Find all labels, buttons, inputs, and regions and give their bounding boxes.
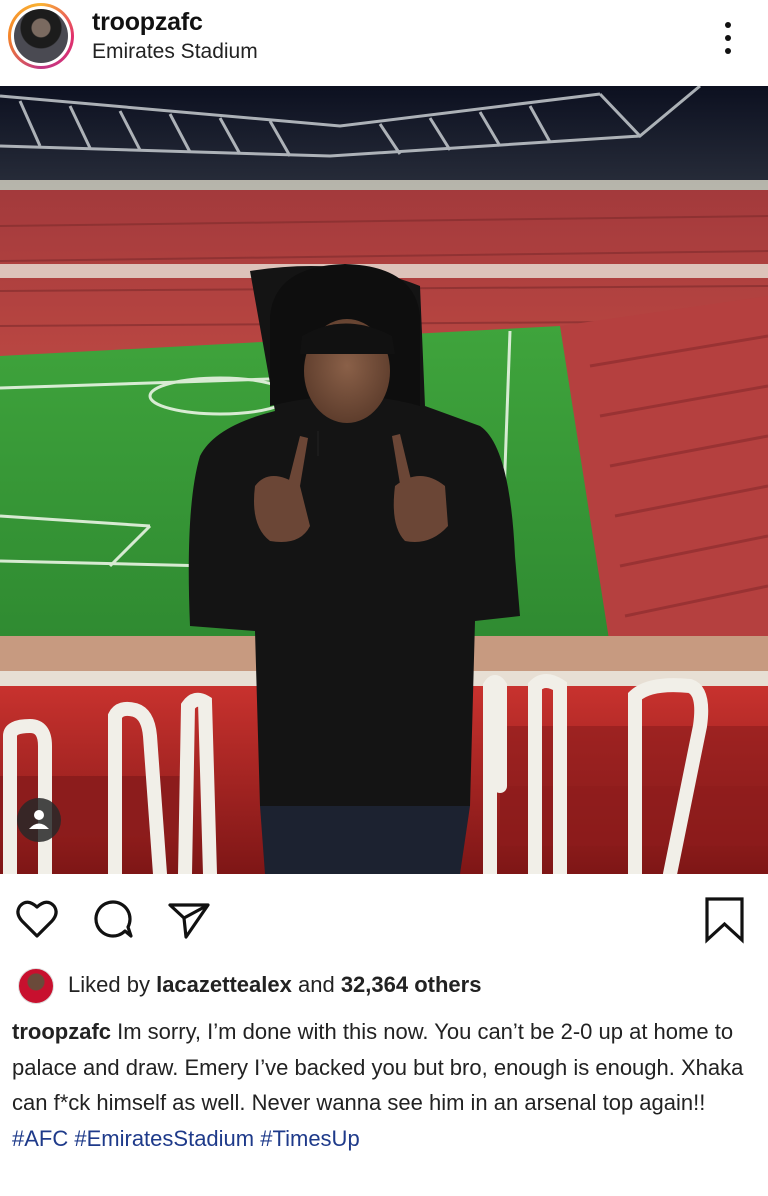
more-options-icon[interactable] — [716, 18, 740, 58]
action-bar — [0, 880, 768, 956]
comment-icon[interactable] — [88, 894, 138, 944]
post-header: troopzafc Emirates Stadium — [0, 0, 768, 86]
hashtag-afc[interactable]: #AFC — [12, 1126, 68, 1151]
post-location[interactable]: Emirates Stadium — [92, 40, 258, 64]
liker-username[interactable]: lacazettealex — [156, 972, 292, 997]
heart-icon[interactable] — [12, 894, 62, 944]
avatar-image — [14, 9, 68, 63]
post-caption: troopzafc Im sorry, I’m done with this n… — [12, 1014, 752, 1156]
post-photo[interactable] — [0, 86, 768, 874]
bookmark-icon[interactable] — [700, 894, 750, 944]
likes-count[interactable]: 32,364 others — [341, 972, 482, 997]
caption-username[interactable]: troopzafc — [12, 1019, 111, 1044]
hashtag-times-up[interactable]: #TimesUp — [260, 1126, 359, 1151]
hashtag-emirates-stadium[interactable]: #EmiratesStadium — [74, 1126, 254, 1151]
post-username[interactable]: troopzafc — [92, 8, 203, 37]
likes-summary[interactable]: Liked by lacazettealex and 32,364 others — [68, 972, 481, 998]
stadium-photo — [0, 86, 768, 874]
user-tag-icon[interactable] — [17, 798, 61, 842]
caption-text: Im sorry, I’m done with this now. You ca… — [12, 1019, 744, 1115]
likes-row: Liked by lacazettealex and 32,364 others — [0, 960, 768, 1008]
liker-avatar[interactable] — [18, 968, 54, 1004]
share-icon[interactable] — [164, 894, 214, 944]
profile-avatar[interactable] — [8, 3, 74, 69]
